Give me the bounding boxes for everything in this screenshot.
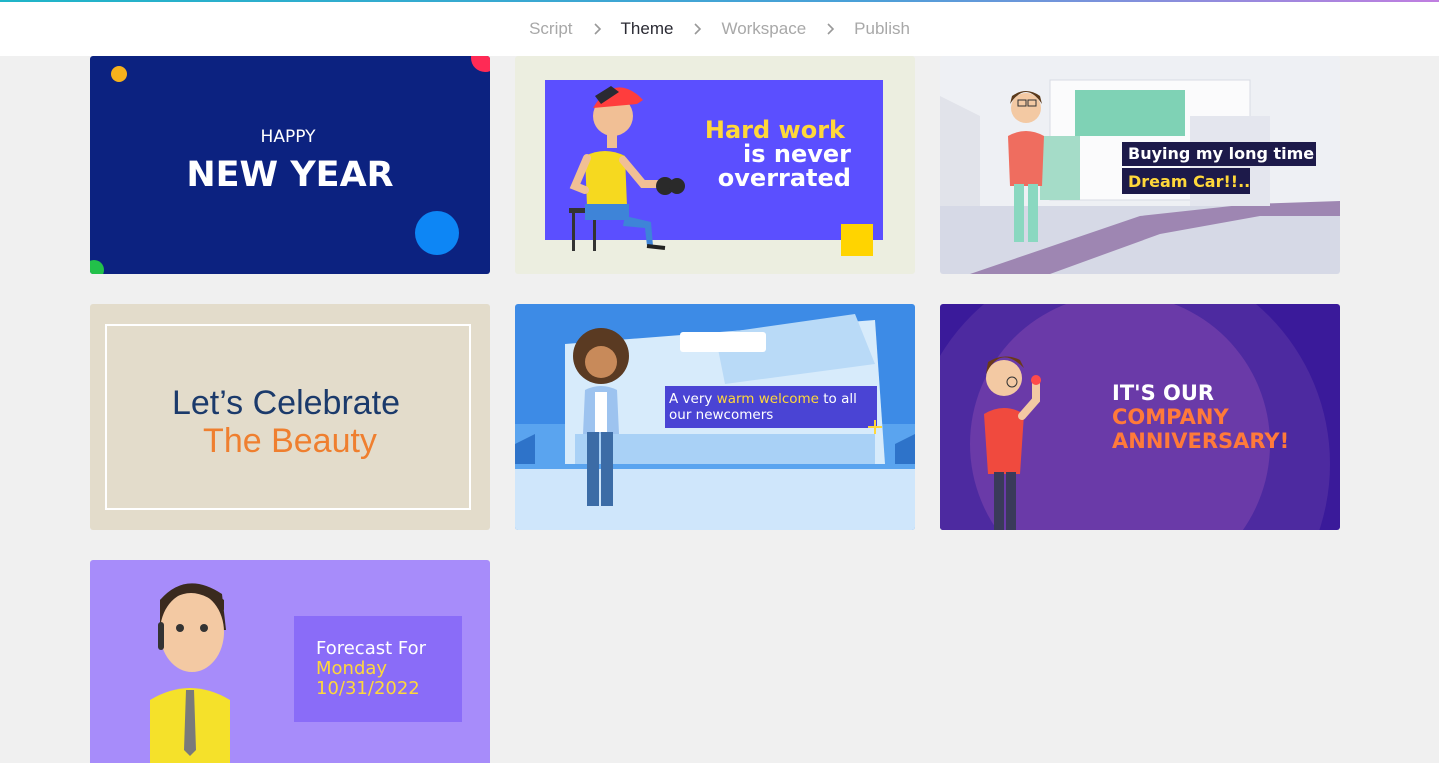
template-thumbnail: IT'S OUR COMPANY ANNIVERSARY! <box>940 304 1340 530</box>
step-theme[interactable]: Theme <box>617 19 678 39</box>
template-text: Let’s Celebrate <box>172 384 400 422</box>
template-text: A very warm welcome to all <box>669 391 857 407</box>
template-text: NEW YEAR <box>186 155 393 195</box>
template-text: overrated <box>718 164 851 192</box>
step-script[interactable]: Script <box>525 19 576 39</box>
template-text: The Beauty <box>203 422 377 460</box>
chevron-right-icon <box>810 19 850 39</box>
template-card-forecast[interactable]: Forecast For Monday 10/31/2022 <box>90 560 490 763</box>
step-publish[interactable]: Publish <box>850 19 914 39</box>
template-text: Forecast For <box>316 638 427 659</box>
template-card-celebrate[interactable]: Let’s Celebrate The Beauty <box>90 304 490 530</box>
template-text: Dream Car!!.. <box>1128 172 1250 191</box>
chevron-right-icon <box>677 19 717 39</box>
template-card-welcome[interactable]: A very warm welcome to all our newcomers <box>515 304 915 530</box>
header: Script Theme Workspace Publish <box>0 2 1439 56</box>
template-card-hard-work[interactable]: Hard work is never overrated <box>515 56 915 274</box>
template-card-new-year[interactable]: HAPPY NEW YEAR <box>90 56 490 274</box>
template-thumbnail: Forecast For Monday 10/31/2022 <box>90 560 490 763</box>
template-thumbnail: A very warm welcome to all our newcomers <box>515 304 915 530</box>
step-workspace[interactable]: Workspace <box>717 19 810 39</box>
template-text: IT'S OUR <box>1112 381 1214 405</box>
template-card-dream-car[interactable]: Buying my long time Dream Car!!.. <box>940 56 1340 274</box>
template-thumbnail: Let’s Celebrate The Beauty <box>90 304 490 530</box>
template-thumbnail: Hard work is never overrated <box>515 56 915 274</box>
template-thumbnail: Buying my long time Dream Car!!.. <box>940 56 1340 274</box>
template-text: HAPPY <box>261 127 317 147</box>
template-text: 10/31/2022 <box>316 678 420 699</box>
template-text: Monday <box>316 658 387 679</box>
template-text: Buying my long time <box>1128 144 1314 163</box>
template-text: ANNIVERSARY! <box>1112 429 1289 453</box>
template-text: our newcomers <box>669 407 773 423</box>
steps-nav: Script Theme Workspace Publish <box>0 2 1439 56</box>
chevron-right-icon <box>577 19 617 39</box>
template-thumbnail: HAPPY NEW YEAR <box>90 56 490 274</box>
template-text: COMPANY <box>1112 405 1229 429</box>
template-card-anniversary[interactable]: IT'S OUR COMPANY ANNIVERSARY! <box>940 304 1340 530</box>
